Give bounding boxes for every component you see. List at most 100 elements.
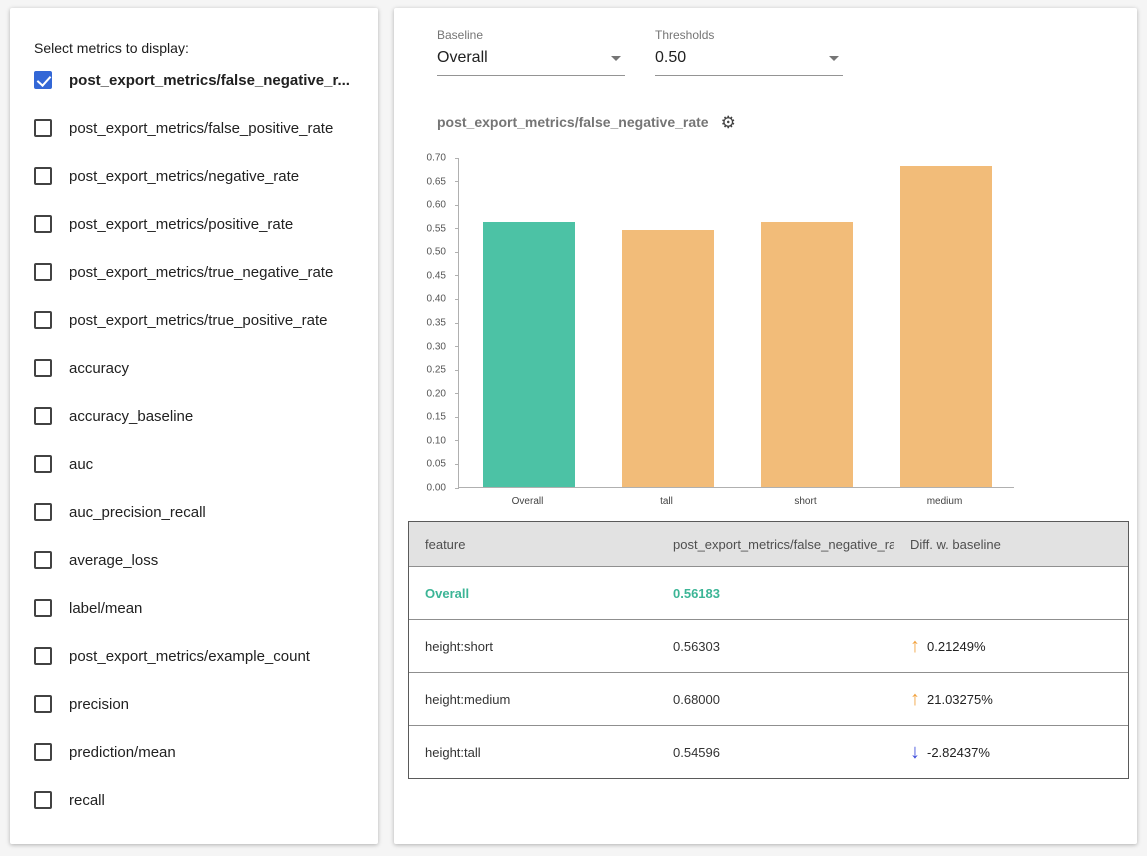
table-row[interactable]: height:tall0.54596↓-2.82437%: [409, 725, 1128, 778]
thresholds-value-row[interactable]: 0.50: [655, 47, 843, 76]
metric-checkbox-row[interactable]: post_export_metrics/example_count: [34, 632, 362, 680]
y-axis-tickmark: [455, 205, 459, 206]
checkbox-unchecked-icon[interactable]: [34, 647, 52, 665]
y-axis-tick-label: 0.30: [427, 341, 446, 352]
y-axis-tickmark: [455, 228, 459, 229]
x-axis-category-label: short: [736, 496, 875, 507]
metric-checkbox-row[interactable]: accuracy: [34, 344, 362, 392]
checkbox-unchecked-icon[interactable]: [34, 791, 52, 809]
slice-bar[interactable]: [622, 230, 714, 487]
metric-checkbox-row[interactable]: auc_precision_recall: [34, 488, 362, 536]
feature-cell: Overall: [409, 586, 657, 601]
metric-label: post_export_metrics/false_positive_rate: [69, 120, 333, 137]
y-axis-tickmark: [455, 488, 459, 489]
metrics-table: featurepost_export_metrics/false_negativ…: [408, 521, 1129, 779]
feature-cell: height:short: [409, 639, 657, 654]
metric-checkbox-row[interactable]: post_export_metrics/false_negative_r...: [34, 56, 362, 104]
metric-label: post_export_metrics/example_count: [69, 648, 310, 665]
checkbox-unchecked-icon[interactable]: [34, 503, 52, 521]
checkbox-unchecked-icon[interactable]: [34, 455, 52, 473]
metric-checkbox-row[interactable]: post_export_metrics/false_positive_rate: [34, 104, 362, 152]
metric-checkbox-row[interactable]: average_loss: [34, 536, 362, 584]
baseline-bar[interactable]: [483, 222, 575, 487]
checkbox-unchecked-icon[interactable]: [34, 167, 52, 185]
checkbox-checked-icon[interactable]: [34, 71, 52, 89]
settings-gear-icon[interactable]: ⚙: [721, 114, 736, 131]
y-axis-tick-label: 0.05: [427, 459, 446, 470]
metric-checkbox-row[interactable]: recall: [34, 776, 362, 824]
metric-checkbox-row[interactable]: accuracy_baseline: [34, 392, 362, 440]
y-axis-tick-label: 0.25: [427, 365, 446, 376]
feature-cell: height:medium: [409, 692, 657, 707]
metric-value-cell: 0.56303: [657, 639, 894, 654]
feature-cell: height:tall: [409, 745, 657, 760]
baseline-value-row[interactable]: Overall: [437, 47, 625, 76]
chart-title: post_export_metrics/false_negative_rate: [437, 114, 709, 130]
y-axis-tick-label: 0.50: [427, 247, 446, 258]
y-axis-tick-label: 0.45: [427, 270, 446, 281]
baseline-label: Baseline: [437, 28, 625, 42]
y-axis-tick-label: 0.65: [427, 176, 446, 187]
dropdown-arrow-icon: [611, 56, 621, 61]
checkbox-unchecked-icon[interactable]: [34, 119, 52, 137]
y-axis-tick-label: 0.70: [427, 153, 446, 164]
checkbox-unchecked-icon[interactable]: [34, 599, 52, 617]
table-header-cell: post_export_metrics/false_negative_rat..…: [657, 537, 894, 552]
checkbox-unchecked-icon[interactable]: [34, 311, 52, 329]
checkbox-unchecked-icon[interactable]: [34, 407, 52, 425]
metric-label: auc_precision_recall: [69, 504, 206, 521]
metric-label: precision: [69, 696, 129, 713]
y-axis-tickmark: [455, 323, 459, 324]
thresholds-select[interactable]: Thresholds 0.50: [655, 28, 843, 76]
diff-cell: ↑0.21249%: [894, 636, 1128, 656]
metric-label: prediction/mean: [69, 744, 176, 761]
checkbox-unchecked-icon[interactable]: [34, 263, 52, 281]
checkbox-unchecked-icon[interactable]: [34, 551, 52, 569]
y-axis-tick-label: 0.40: [427, 294, 446, 305]
y-axis-tick-label: 0.35: [427, 318, 446, 329]
y-axis-tickmark: [455, 370, 459, 371]
table-header-row: featurepost_export_metrics/false_negativ…: [409, 522, 1128, 566]
slice-bar[interactable]: [900, 166, 992, 487]
metric-checkbox-row[interactable]: post_export_metrics/true_negative_rate: [34, 248, 362, 296]
plot-area: [458, 158, 1014, 488]
metric-checkbox-row[interactable]: post_export_metrics/true_positive_rate: [34, 296, 362, 344]
table-row[interactable]: height:short0.56303↑0.21249%: [409, 619, 1128, 672]
metric-checkbox-row[interactable]: post_export_metrics/positive_rate: [34, 200, 362, 248]
checkbox-unchecked-icon[interactable]: [34, 215, 52, 233]
y-axis-tick-label: 0.15: [427, 412, 446, 423]
checkbox-unchecked-icon[interactable]: [34, 695, 52, 713]
metric-label: accuracy: [69, 360, 129, 377]
table-header-cell: Diff. w. baseline: [894, 537, 1128, 552]
y-axis-tickmark: [455, 181, 459, 182]
y-axis-tick-label: 0.10: [427, 435, 446, 446]
down-arrow-icon: ↓: [910, 742, 920, 762]
up-arrow-icon: ↑: [910, 689, 920, 709]
metric-checkbox-row[interactable]: precision: [34, 680, 362, 728]
metric-value-cell: 0.68000: [657, 692, 894, 707]
diff-cell: ↓ -2.82437%: [894, 742, 1128, 762]
table-row[interactable]: Overall0.56183: [409, 566, 1128, 619]
metric-checkbox-row[interactable]: prediction/mean: [34, 728, 362, 776]
diff-value: 0.21249%: [927, 639, 986, 654]
checkbox-unchecked-icon[interactable]: [34, 359, 52, 377]
metric-label: post_export_metrics/positive_rate: [69, 216, 293, 233]
y-axis-tickmark: [455, 252, 459, 253]
metric-label: post_export_metrics/true_positive_rate: [69, 312, 327, 329]
table-row[interactable]: height:medium0.68000↑21.03275%: [409, 672, 1128, 725]
metric-select-title: Select metrics to display:: [34, 40, 362, 56]
baseline-select[interactable]: Baseline Overall: [437, 28, 625, 76]
diff-value: -2.82437%: [927, 745, 990, 760]
metric-list: post_export_metrics/false_negative_r...p…: [34, 56, 362, 824]
metric-checkbox-row[interactable]: label/mean: [34, 584, 362, 632]
metric-checkbox-row[interactable]: post_export_metrics/negative_rate: [34, 152, 362, 200]
metric-label: average_loss: [69, 552, 158, 569]
y-axis-tickmark: [455, 158, 459, 159]
y-axis: 0.000.050.100.150.200.250.300.350.400.45…: [408, 158, 452, 488]
y-axis-tickmark: [455, 417, 459, 418]
metric-label: post_export_metrics/false_negative_r...: [69, 72, 350, 89]
metric-checkbox-row[interactable]: auc: [34, 440, 362, 488]
slice-bar[interactable]: [761, 222, 853, 487]
y-axis-tickmark: [455, 393, 459, 394]
checkbox-unchecked-icon[interactable]: [34, 743, 52, 761]
